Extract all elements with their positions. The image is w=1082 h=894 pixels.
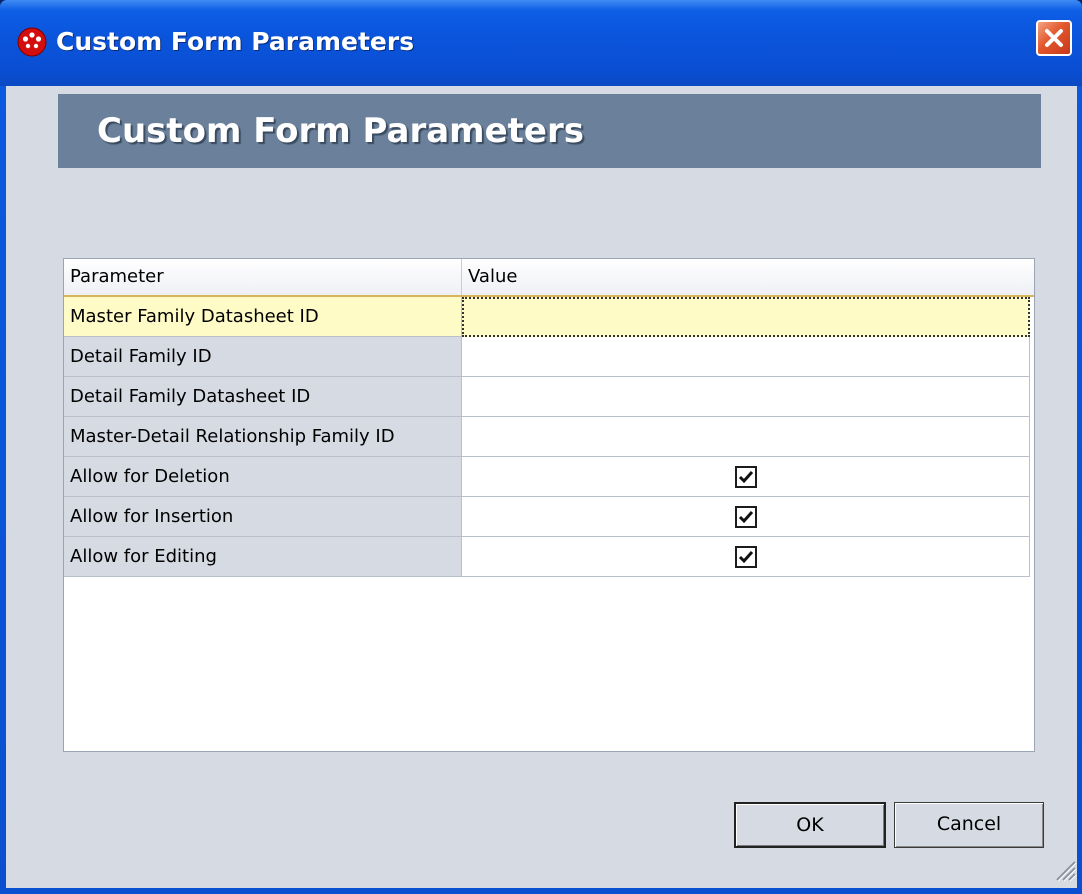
cancel-button[interactable]: Cancel (894, 802, 1044, 848)
close-icon (1045, 29, 1063, 47)
title-bar[interactable]: Custom Form Parameters (0, 0, 1082, 86)
parameter-cell: Master-Detail Relationship Family ID (64, 417, 462, 457)
grid-header: Parameter Value (64, 259, 1034, 297)
checkmark-icon (738, 551, 754, 564)
header-banner: Custom Form Parameters (58, 94, 1041, 168)
value-cell-master-family-datasheet-id[interactable] (462, 297, 1030, 337)
checkmark-icon (738, 511, 754, 524)
parameters-grid: Parameter Value Master Family Datasheet … (63, 258, 1035, 752)
resize-grip-icon[interactable] (1051, 856, 1077, 882)
ok-button[interactable]: OK (734, 802, 886, 848)
parameter-cell: Master Family Datasheet ID (64, 297, 462, 337)
table-row[interactable]: Detail Family ID (64, 337, 1034, 377)
allow-editing-checkbox[interactable] (735, 546, 757, 568)
value-cell-detail-family-datasheet-id[interactable] (462, 377, 1030, 417)
value-cell-allow-deletion[interactable] (462, 457, 1030, 497)
close-button[interactable] (1036, 20, 1072, 56)
parameter-cell: Detail Family Datasheet ID (64, 377, 462, 417)
parameter-cell: Allow for Insertion (64, 497, 462, 537)
parameter-cell: Allow for Editing (64, 537, 462, 577)
banner-title: Custom Form Parameters (97, 111, 584, 151)
dialog-window: Custom Form Parameters Custom Form Param… (0, 0, 1082, 894)
parameter-cell: Detail Family ID (64, 337, 462, 377)
column-header-value[interactable]: Value (462, 259, 1034, 295)
table-row[interactable]: Master Family Datasheet ID (64, 297, 1034, 337)
window-title: Custom Form Parameters (56, 27, 415, 56)
column-header-parameter[interactable]: Parameter (64, 259, 462, 295)
table-row[interactable]: Allow for Editing (64, 537, 1034, 577)
value-cell-relationship-family-id[interactable] (462, 417, 1030, 457)
dialog-body: Custom Form Parameters Parameter Value M… (6, 86, 1077, 888)
table-row[interactable]: Detail Family Datasheet ID (64, 377, 1034, 417)
parameter-cell: Allow for Deletion (64, 457, 462, 497)
app-icon (17, 27, 47, 57)
table-row[interactable]: Allow for Insertion (64, 497, 1034, 537)
allow-insertion-checkbox[interactable] (735, 506, 757, 528)
table-row[interactable]: Allow for Deletion (64, 457, 1034, 497)
value-cell-allow-editing[interactable] (462, 537, 1030, 577)
checkmark-icon (738, 471, 754, 484)
table-row[interactable]: Master-Detail Relationship Family ID (64, 417, 1034, 457)
value-cell-allow-insertion[interactable] (462, 497, 1030, 537)
allow-deletion-checkbox[interactable] (735, 466, 757, 488)
value-cell-detail-family-id[interactable] (462, 337, 1030, 377)
